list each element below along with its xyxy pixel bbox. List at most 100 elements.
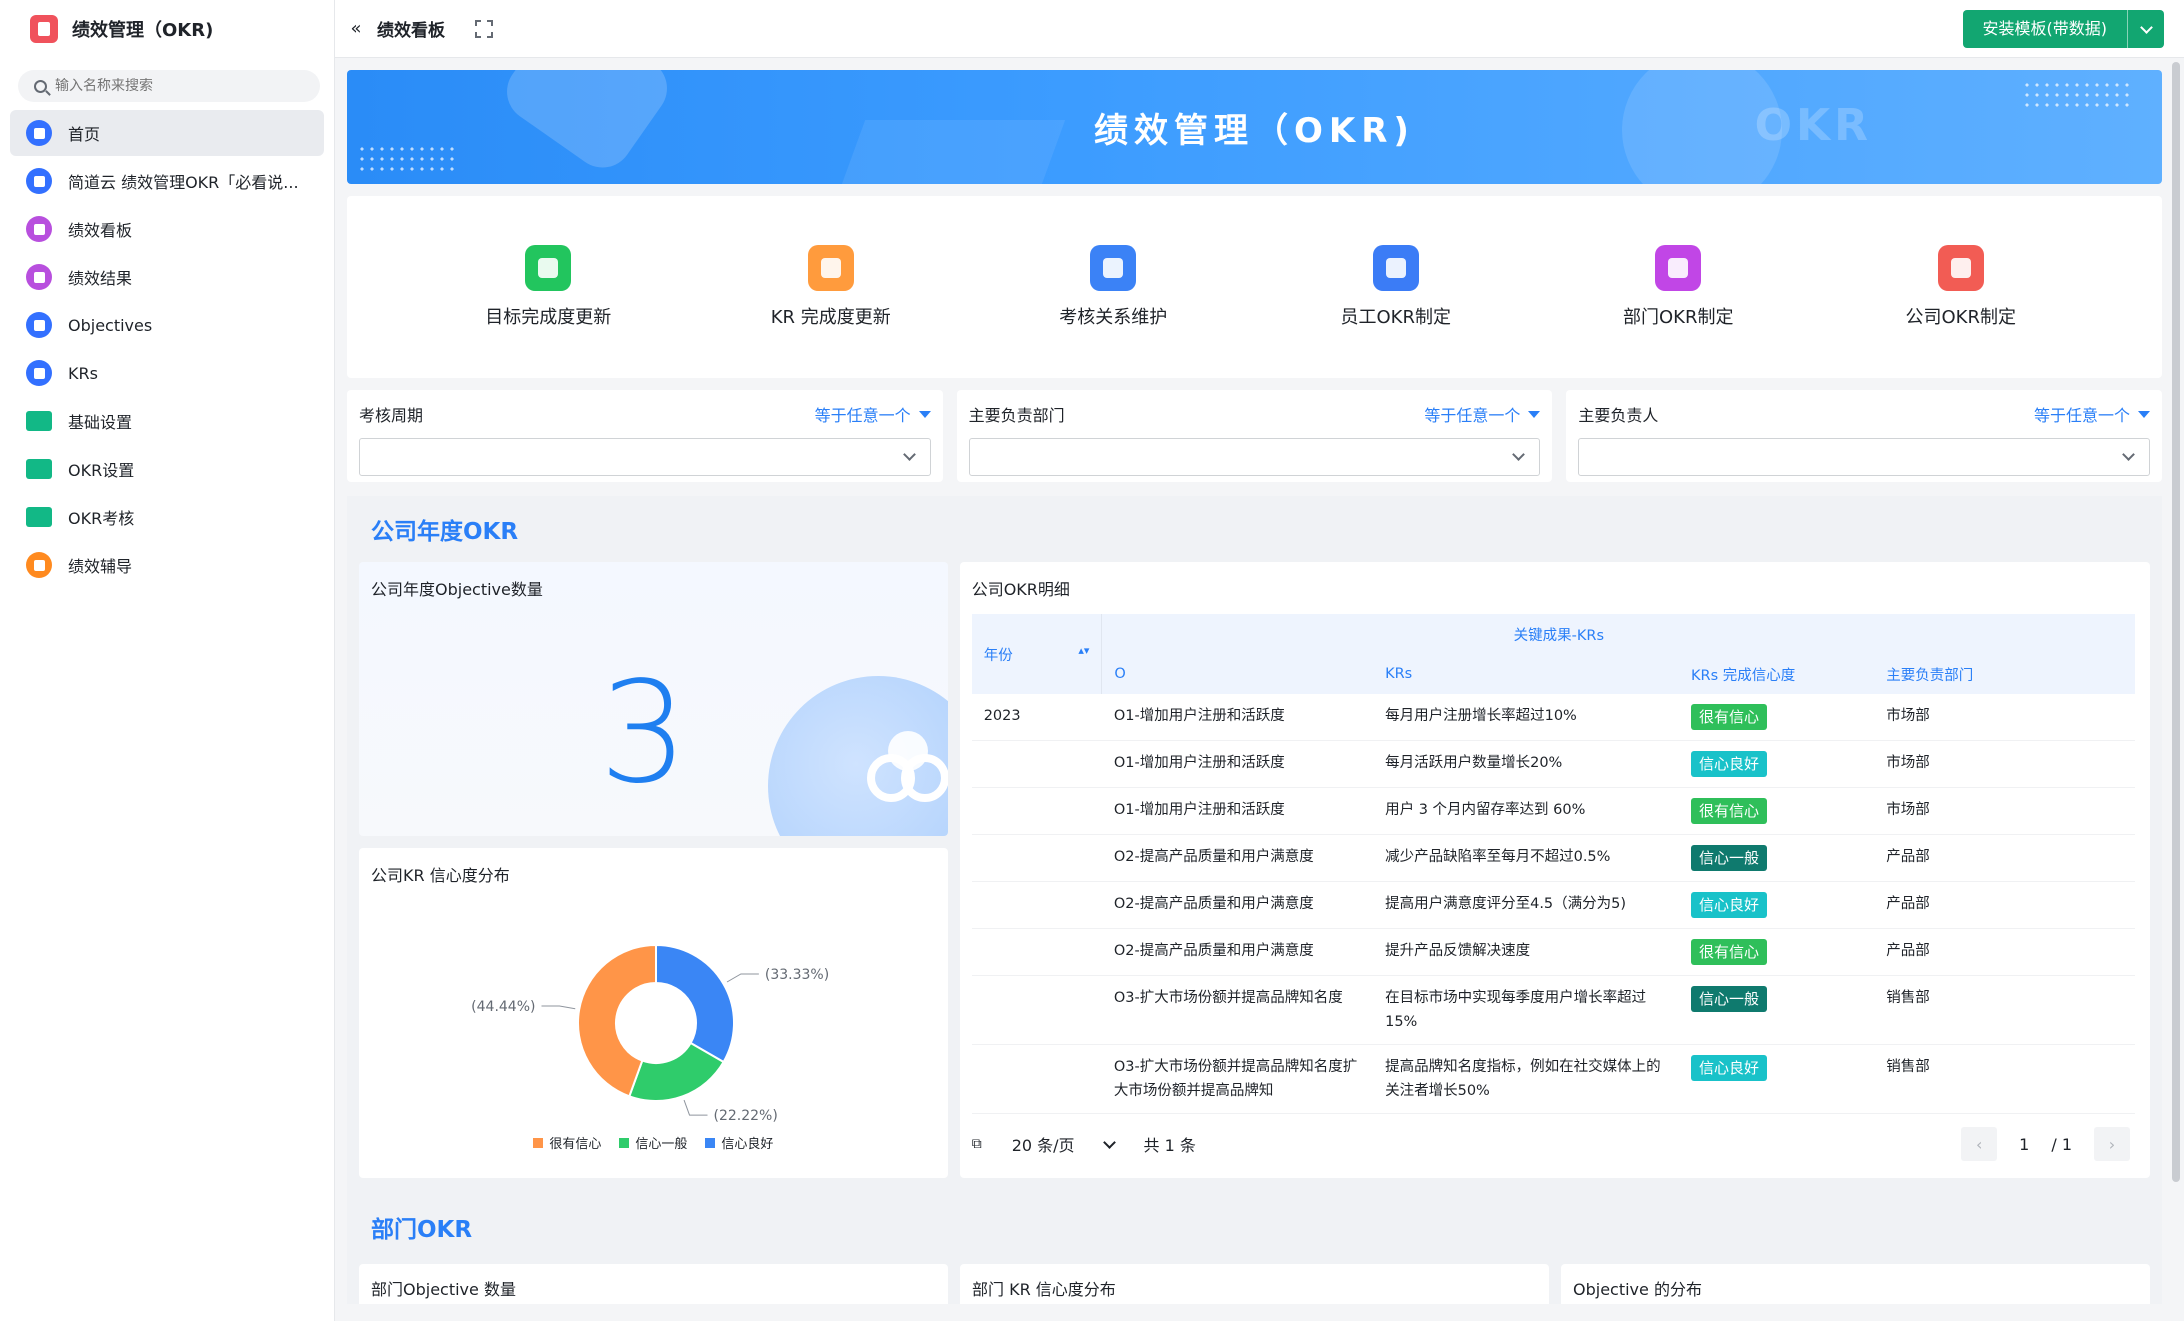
next-page-button[interactable]: › xyxy=(2094,1127,2130,1161)
kr-cell: 提高用户满意度评分至4.5（满分为5) xyxy=(1373,881,1680,929)
filter-select[interactable] xyxy=(968,438,1541,476)
page-size-select[interactable]: 20 条/页 xyxy=(1012,1132,1116,1156)
sidebar-item[interactable]: 绩效辅导 xyxy=(10,542,324,588)
kr-cell: 提升产品反馈解决速度 xyxy=(1373,928,1680,976)
chevron-down-icon xyxy=(902,448,916,461)
legend-swatch xyxy=(705,1138,716,1148)
search-input[interactable] xyxy=(55,78,295,94)
sidebar-item-label: 绩效结果 xyxy=(68,269,133,288)
folder-icon xyxy=(26,507,52,527)
objective-cell: O2-提高产品质量和用户满意度 xyxy=(1101,928,1374,976)
confidence-tag: 信心良好 xyxy=(1691,892,1768,918)
sidebar-item[interactable]: OKR设置 xyxy=(10,446,324,492)
dashboard-icon xyxy=(26,264,52,290)
prev-page-button[interactable]: ‹ xyxy=(1961,1127,1998,1161)
table-row[interactable]: O3-扩大市场份额并提高品牌知名度 在目标市场中实现每季度用户增长率超过15% … xyxy=(971,975,2135,1045)
page-jump-icon[interactable]: ⧉ xyxy=(972,1136,982,1152)
sidebar-item[interactable]: 简道云 绩效管理OKR「必看说... xyxy=(10,158,324,204)
shortcut-button[interactable]: KR 完成度更新 xyxy=(741,245,921,329)
chart-circle-icon xyxy=(1655,245,1702,291)
shortcut-label: KR 完成度更新 xyxy=(770,307,891,328)
chevron-down-icon xyxy=(1102,1135,1116,1149)
fullscreen-icon[interactable] xyxy=(475,19,493,38)
filter-select[interactable] xyxy=(359,438,931,476)
year-cell xyxy=(971,975,1102,1045)
download-icon xyxy=(1090,245,1137,291)
sidebar-item[interactable]: 首页 xyxy=(10,110,324,156)
shortcut-button[interactable]: 考核关系维护 xyxy=(1023,245,1203,329)
banner-title: 绩效管理（OKR) xyxy=(1094,110,1415,151)
table-row[interactable]: O2-提高产品质量和用户满意度 减少产品缺陷率至每月不超过0.5% 信心一般 产… xyxy=(971,834,2135,882)
folder-icon xyxy=(26,411,52,431)
legend-swatch xyxy=(619,1138,630,1148)
filter-label: 主要负责人 xyxy=(1578,406,1659,425)
card-title: 公司年度Objective数量 xyxy=(371,580,543,599)
collapse-sidebar-icon[interactable]: « xyxy=(345,18,367,40)
confidence-tag: 信心一般 xyxy=(1691,986,1768,1012)
legend-item[interactable]: 信心良好 xyxy=(705,1133,773,1152)
filter-select[interactable] xyxy=(1578,438,2151,476)
shortcut-label: 公司OKR制定 xyxy=(1905,307,2016,328)
dashboard-icon xyxy=(26,216,52,242)
confidence-cell: 很有信心 xyxy=(1679,928,1875,976)
sidebar-item-label: 基础设置 xyxy=(68,413,133,432)
shortcut-button[interactable]: 部门OKR制定 xyxy=(1588,245,1768,329)
objective-cell: O1-增加用户注册和活跃度 xyxy=(1101,694,1374,741)
label-leader-line xyxy=(726,973,759,983)
sidebar-item[interactable]: 绩效结果 xyxy=(10,254,324,300)
install-template-label[interactable]: 安装模板(带数据) xyxy=(1963,10,2128,48)
table-row[interactable]: O1-增加用户注册和活跃度 用户 3 个月内留存率达到 60% 很有信心 市场部 xyxy=(971,787,2135,835)
year-cell xyxy=(971,928,1102,976)
kr-cell: 提高品牌知名度指标，例如在社交媒体上的关注者增长50% xyxy=(1373,1044,1680,1114)
shortcut-button[interactable]: 公司OKR制定 xyxy=(1871,245,2051,329)
kr-group-header: 关键成果-KRs xyxy=(1101,614,2016,654)
table-row[interactable]: O2-提高产品质量和用户满意度 提高用户满意度评分至4.5（满分为5) 信心良好… xyxy=(971,881,2135,929)
banner-watermark: OKR xyxy=(1754,100,1872,151)
kr-cell: 每月用户注册增长率超过10% xyxy=(1373,694,1680,741)
chevron-down-icon xyxy=(1512,448,1526,461)
confidence-cell: 信心一般 xyxy=(1679,975,1875,1045)
sidebar-item[interactable]: KRs xyxy=(10,350,324,396)
search-box[interactable] xyxy=(18,70,320,102)
install-dropdown-icon[interactable] xyxy=(2128,20,2164,34)
shortcut-button[interactable]: 员工OKR制定 xyxy=(1306,245,1486,329)
filter-operator-dropdown[interactable]: 等于任意一个 xyxy=(2034,402,2151,426)
shortcut-button[interactable]: 目标完成度更新 xyxy=(458,245,638,329)
chart-legend: 很有信心 信心一般 信心良好 xyxy=(359,1133,948,1152)
objective-cell: O1-增加用户注册和活跃度 xyxy=(1101,787,1374,835)
company-okr-section: 公司年度OKR 公司年度Objective数量 3 公司KR 信心度分布 (33… xyxy=(347,496,2162,1304)
dept-card-title: Objective 的分布 xyxy=(1561,1264,2150,1304)
table-row[interactable]: 2023 O1-增加用户注册和活跃度 每月用户注册增长率超过10% 很有信心 市… xyxy=(971,694,2135,741)
table-row[interactable]: O3-扩大市场份额并提高品牌知名度扩大市场份额并提高品牌知 提高品牌知名度指标，… xyxy=(971,1044,2135,1114)
sidebar-item-label: 绩效看板 xyxy=(68,221,133,240)
current-page: 1 xyxy=(2019,1134,2030,1154)
sidebar-item[interactable]: 绩效看板 xyxy=(10,206,324,252)
page-scrollbar[interactable] xyxy=(2172,62,2180,1182)
kr-cell: 每月活跃用户数量增长20% xyxy=(1373,740,1680,788)
filter-operator-dropdown[interactable]: 等于任意一个 xyxy=(815,402,931,426)
sidebar-item[interactable]: Objectives xyxy=(10,302,324,348)
confidence-cell: 信心良好 xyxy=(1679,740,1875,788)
sidebar-item-label: Objectives xyxy=(68,315,153,335)
objective-count-value: 3 xyxy=(599,652,689,815)
confidence-tag: 很有信心 xyxy=(1691,798,1768,824)
sidebar-item[interactable]: OKR考核 xyxy=(10,494,324,540)
sort-icon[interactable]: ▴▾ xyxy=(1078,644,1089,657)
app-title: 绩效管理（OKR) xyxy=(72,20,214,41)
bookmark-icon xyxy=(26,360,52,386)
legend-item[interactable]: 信心一般 xyxy=(619,1133,687,1152)
caret-down-icon xyxy=(918,410,931,418)
year-header[interactable]: 年份 ▴▾ xyxy=(971,614,1102,694)
table-row[interactable]: O2-提高产品质量和用户满意度 提升产品反馈解决速度 很有信心 产品部 xyxy=(971,928,2135,976)
table-row[interactable]: O1-增加用户注册和活跃度 每月活跃用户数量增长20% 信心良好 市场部 xyxy=(971,740,2135,788)
install-template-button[interactable]: 安装模板(带数据) xyxy=(1962,10,2164,48)
card-title: 公司OKR明细 xyxy=(971,580,1070,599)
sidebar-item[interactable]: 基础设置 xyxy=(10,398,324,444)
app-header: 绩效管理（OKR) xyxy=(0,0,334,58)
home-icon xyxy=(26,120,52,146)
legend-item[interactable]: 很有信心 xyxy=(533,1133,601,1152)
kr-cell: 在目标市场中实现每季度用户增长率超过15% xyxy=(1373,975,1680,1045)
kr-cell: 用户 3 个月内留存率达到 60% xyxy=(1373,787,1680,835)
filter-operator-dropdown[interactable]: 等于任意一个 xyxy=(1424,402,1541,426)
dept-cell: 销售部 xyxy=(1874,975,2016,1045)
